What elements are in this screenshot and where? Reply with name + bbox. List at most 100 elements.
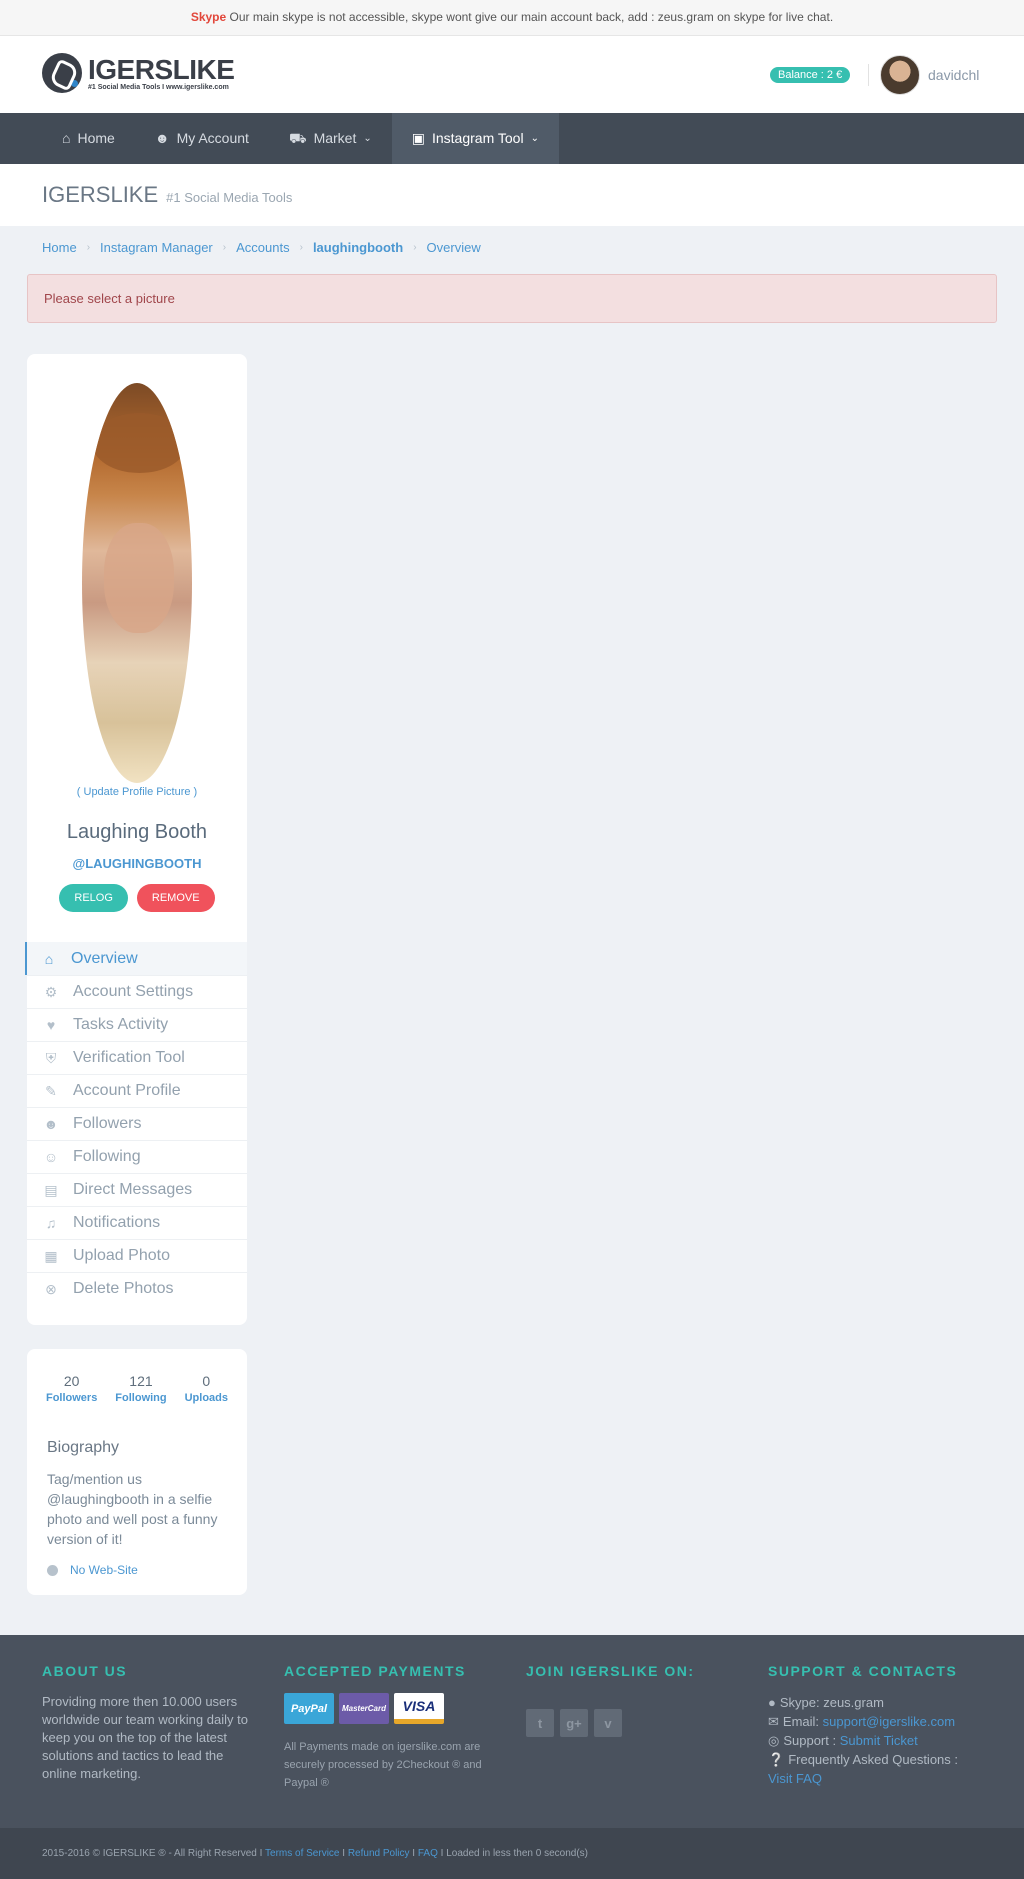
nav-home-label: Home: [77, 130, 115, 146]
breadcrumb-account[interactable]: laughingbooth: [313, 240, 403, 256]
footer-payments: ACCEPTED PAYMENTS PayPal MasterCard VISA…: [284, 1663, 494, 1792]
username[interactable]: davidchl: [928, 67, 979, 83]
header-divider: [868, 64, 869, 86]
email-link[interactable]: support@igerslike.com: [823, 1714, 955, 1729]
page-subtitle: #1 Social Media Tools: [166, 190, 293, 205]
following-count: 121: [129, 1373, 153, 1389]
skype-label: Skype: [190, 10, 227, 24]
breadcrumb-instagram-manager[interactable]: Instagram Manager: [100, 240, 213, 256]
profile-name: Laughing Booth: [66, 821, 208, 843]
breadcrumb-accounts[interactable]: Accounts: [236, 240, 289, 256]
heartbeat-icon: ♥: [46, 1017, 56, 1033]
menu-item-notifications[interactable]: ♫ Notifications: [27, 1206, 247, 1239]
stat-following[interactable]: 121 Following: [115, 1373, 166, 1404]
menu-item-following[interactable]: ☺ Following: [27, 1140, 247, 1173]
shield-icon: ⛨: [45, 1050, 57, 1066]
cart-icon: ⛟: [288, 130, 307, 146]
logo-title: IGERSLIKE: [88, 53, 235, 85]
menu-item-followers[interactable]: ☻ Followers: [27, 1107, 247, 1140]
nav-market[interactable]: ⛟ Market ⌄: [269, 113, 392, 164]
nav-my-account[interactable]: ☻ My Account: [135, 113, 269, 164]
website-row: No Web-Site: [47, 1563, 138, 1577]
menu-item-direct-messages[interactable]: ▤ Direct Messages: [27, 1173, 247, 1206]
visit-faq-link[interactable]: Visit FAQ: [768, 1771, 822, 1786]
support-label: Support :: [783, 1733, 837, 1748]
breadcrumb-separator-icon: ›: [222, 242, 227, 253]
relog-button[interactable]: RELOG: [59, 884, 128, 912]
google-plus-icon[interactable]: g+: [560, 1709, 588, 1737]
biography-text: Tag/mention us @laughingbooth in a selfi…: [47, 1471, 218, 1547]
menu-item-overview[interactable]: ⌂ Overview: [25, 942, 247, 975]
envelope-icon: ✉: [768, 1714, 779, 1729]
update-profile-picture-link[interactable]: ( Update Profile Picture ): [27, 786, 247, 798]
twitter-icon[interactable]: t: [526, 1709, 554, 1737]
breadcrumb-home[interactable]: Home: [42, 240, 77, 256]
error-alert: Please select a picture: [27, 274, 997, 323]
faq-label: Frequently Asked Questions :: [788, 1752, 958, 1767]
nav-my-account-label: My Account: [176, 130, 249, 146]
edit-icon: ✎: [45, 1083, 57, 1099]
following-label: Following: [115, 1392, 167, 1404]
copyright-bar: 2015-2016 © IGERSLIKE ® - All Right Rese…: [0, 1828, 1024, 1879]
skype-contact: Skype: zeus.gram: [779, 1695, 884, 1710]
logo-icon: [42, 53, 82, 93]
page-header: IGERSLIKE #1 Social Media Tools: [0, 164, 1024, 226]
payments-note: All Payments made on igerslike.com are s…: [284, 1741, 482, 1789]
logo-tagline: #1 Social Media Tools I www.igerslike.co…: [88, 83, 229, 91]
balance-badge[interactable]: Balance : 2 €: [770, 67, 851, 83]
gear-icon: ⚙: [44, 984, 58, 1000]
breadcrumb-separator-icon: ›: [413, 242, 417, 253]
nav-instagram-tool[interactable]: ▣ Instagram Tool ⌄: [391, 113, 559, 164]
nav-home[interactable]: ⌂ Home: [42, 113, 135, 164]
mastercard-logo: MasterCard: [339, 1693, 389, 1724]
logo[interactable]: IGERSLIKE #1 Social Media Tools I www.ig…: [42, 53, 235, 93]
header: IGERSLIKE #1 Social Media Tools I www.ig…: [0, 36, 1024, 113]
menu-item-upload-photo[interactable]: ▦ Upload Photo: [27, 1239, 247, 1272]
stat-followers[interactable]: 20 Followers: [46, 1373, 97, 1404]
followers-label: Followers: [45, 1392, 98, 1404]
menu-item-label: Upload Photo: [73, 1247, 170, 1264]
footer: ABOUT US Providing more then 10.000 user…: [0, 1635, 1024, 1828]
stat-uploads[interactable]: 0 Uploads: [185, 1373, 228, 1404]
menu-item-label: Direct Messages: [73, 1181, 193, 1198]
user-icon: ☻: [154, 130, 170, 146]
menu-item-delete-photos[interactable]: ⊗ Delete Photos: [27, 1272, 247, 1305]
profile-picture[interactable]: [82, 383, 192, 783]
breadcrumb-separator-icon: ›: [86, 242, 91, 253]
visa-logo: VISA: [394, 1693, 444, 1724]
faq-link[interactable]: FAQ: [418, 1848, 438, 1859]
menu-item-tasks-activity[interactable]: ♥ Tasks Activity: [27, 1008, 247, 1041]
avatar[interactable]: [880, 55, 920, 95]
footer-payments-title: ACCEPTED PAYMENTS: [284, 1663, 466, 1679]
uploads-count: 0: [202, 1373, 211, 1389]
menu-item-label: Verification Tool: [73, 1049, 185, 1066]
skype-icon: ●: [768, 1695, 776, 1710]
submit-ticket-link[interactable]: Submit Ticket: [840, 1733, 918, 1748]
menu-item-label: Following: [73, 1148, 141, 1165]
lifebuoy-icon: ◎: [768, 1733, 780, 1748]
followers-count: 20: [63, 1373, 80, 1389]
globe-icon: [47, 1564, 58, 1576]
profile-handle: @LAUGHINGBOOTH: [72, 856, 202, 871]
uploads-label: Uploads: [184, 1392, 228, 1404]
remove-button[interactable]: REMOVE: [136, 884, 215, 912]
vimeo-icon[interactable]: v: [594, 1709, 622, 1737]
website-link[interactable]: No Web-Site: [70, 1563, 138, 1577]
menu-item-label: Notifications: [73, 1214, 161, 1231]
nav-market-label: Market: [313, 130, 357, 146]
menu-item-account-settings[interactable]: ⚙ Account Settings: [27, 975, 247, 1008]
menu-item-verification-tool[interactable]: ⛨ Verification Tool: [27, 1041, 247, 1074]
close-circle-icon: ⊗: [45, 1281, 57, 1297]
paypal-logo: PayPal: [284, 1693, 334, 1724]
menu-item-account-profile[interactable]: ✎ Account Profile: [27, 1074, 247, 1107]
refund-link[interactable]: Refund Policy: [348, 1848, 410, 1859]
announcement-bar: Skype Our main skype is not accessible, …: [0, 0, 1024, 36]
footer-support: SUPPORT & CONTACTS ● Skype: zeus.gram ✉ Em…: [768, 1663, 958, 1788]
announcement-text: Our main skype is not accessible, skype …: [229, 10, 834, 24]
breadcrumb-separator-icon: ›: [299, 242, 303, 253]
breadcrumb: Home › Instagram Manager › Accounts › la…: [42, 240, 481, 256]
menu-item-label: Account Profile: [73, 1082, 181, 1099]
terms-link[interactable]: Terms of Service: [265, 1848, 339, 1859]
breadcrumb-overview[interactable]: Overview: [427, 240, 481, 256]
menu-item-label: Overview: [71, 949, 138, 967]
